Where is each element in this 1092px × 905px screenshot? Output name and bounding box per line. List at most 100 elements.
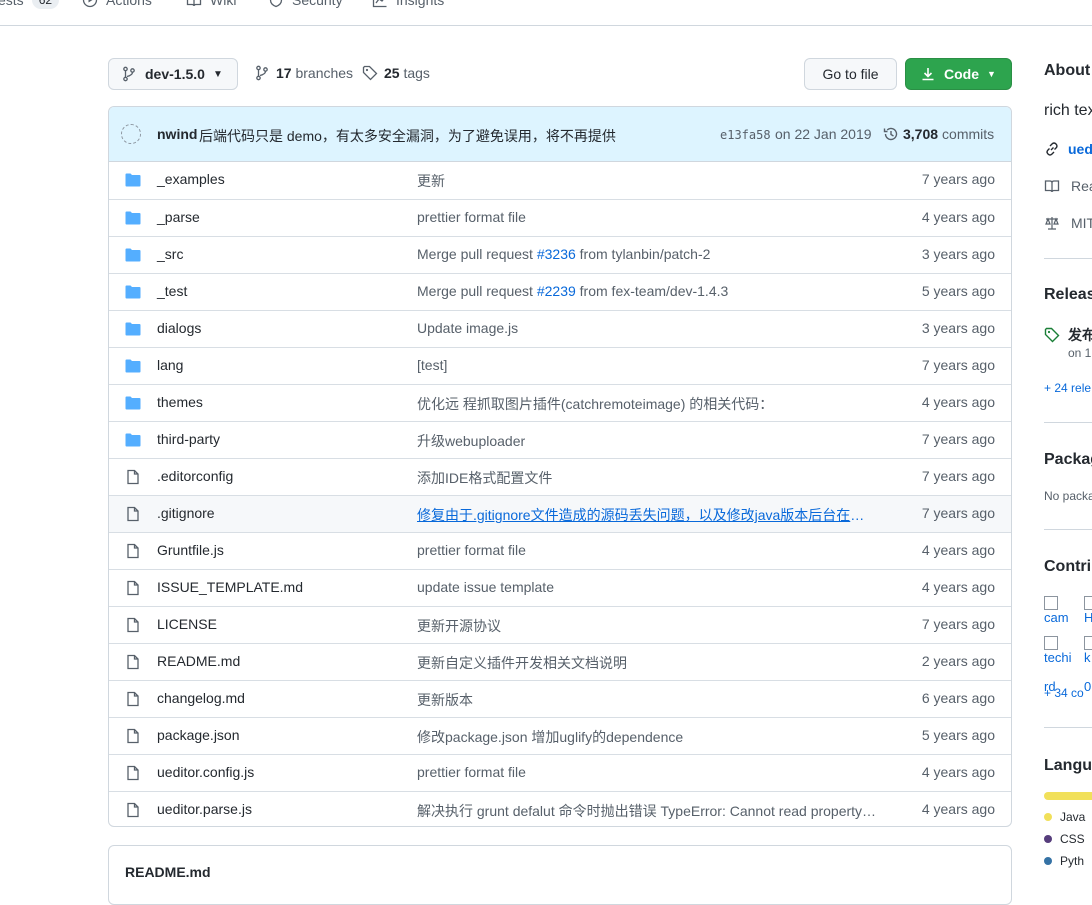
commit-sha[interactable]: e13fa58 [720,128,771,142]
file-row[interactable]: dialogs Update image.js 3 years ago [109,310,1011,347]
go-to-file-button[interactable]: Go to file [804,58,897,90]
more-releases-link[interactable]: + 24 rele [1044,381,1091,395]
commit-message-link[interactable]: 升级webuploader [417,431,877,451]
commit-message-link[interactable]: 更新自定义插件开发相关文档说明 [417,653,877,673]
file-row[interactable]: _examples 更新 7 years ago [109,162,1011,199]
commit-author[interactable]: nwind [157,126,197,142]
commit-message-link[interactable]: prettier format file [417,764,877,780]
file-row[interactable]: _test Merge pull request #2239 from fex-t… [109,273,1011,310]
commit-message-link[interactable]: 更新 [417,171,877,191]
file-name-link[interactable]: lang [157,357,183,373]
file-row[interactable]: themes 优化远 程抓取图片插件(catchremoteimage) 的相关代… [109,384,1011,421]
contributors-heading[interactable]: Contrib [1044,558,1092,576]
avatar[interactable] [121,124,141,144]
file-row[interactable]: lang [test] 7 years ago [109,347,1011,384]
file-name-link[interactable]: changelog.md [157,690,245,706]
file-name-link[interactable]: .gitignore [157,505,215,521]
contributor-avatar[interactable]: H [1084,596,1092,636]
file-name-link[interactable]: third-party [157,431,220,447]
file-icon [125,469,141,485]
contributor-avatar[interactable]: techi [1044,636,1072,676]
file-row[interactable]: .editorconfig 添加IDE格式配置文件 7 years ago [109,458,1011,495]
tab-label: ests [0,0,24,8]
contributor-avatar[interactable]: cam [1044,596,1072,636]
file-row[interactable]: third-party 升级webuploader 7 years ago [109,421,1011,458]
commit-message-link[interactable]: 更新开源协议 [417,616,877,636]
file-name-link[interactable]: Gruntfile.js [157,542,224,558]
branch-select-button[interactable]: dev-1.5.0 ▼ [108,58,238,90]
commit-message-link[interactable]: Update image.js [417,320,877,336]
commit-message-link[interactable]: Merge pull request #2239 from fex-team/d… [417,283,877,299]
file-row[interactable]: _parse prettier format file 4 years ago [109,199,1011,236]
tab-wiki[interactable]: Wiki [186,0,236,11]
packages-heading[interactable]: Packag [1044,451,1092,469]
file-row[interactable]: README.md 更新自定义插件开发相关文档说明 2 years ago [109,643,1011,680]
file-name-link[interactable]: ueditor.parse.js [157,801,252,817]
license-link[interactable]: MIT [1044,215,1092,231]
file-row[interactable]: LICENSE 更新开源协议 7 years ago [109,606,1011,643]
pull-request-link[interactable]: #2239 [537,283,576,299]
readme-title[interactable]: README.md [125,864,211,880]
releases-heading[interactable]: Release [1044,286,1092,304]
file-name-link[interactable]: LICENSE [157,616,217,632]
more-contributors-link[interactable]: + 34 co [1044,686,1084,700]
file-row[interactable]: _src Merge pull request #3236 from tylanb… [109,236,1011,273]
commit-message-link[interactable]: 添加IDE格式配置文件 [417,468,877,488]
commit-message-link[interactable]: 解决执行 grunt defalut 命令时抛出错误 TypeError: Ca… [417,801,877,821]
file-row[interactable]: package.json 修改package.json 增加uglify的depe… [109,717,1011,754]
file-name-link[interactable]: .editorconfig [157,468,233,484]
last-modified: 5 years ago [921,727,995,743]
file-name-link[interactable]: themes [157,394,203,410]
branches-link[interactable]: 17 branches [254,65,353,81]
file-name-link[interactable]: _test [157,283,187,299]
tags-link[interactable]: 25 tags [362,65,430,81]
language-item[interactable]: CSS [1044,832,1085,846]
tab-security[interactable]: Security [268,0,343,11]
file-name-link[interactable]: package.json [157,727,240,743]
file-row[interactable]: ueditor.config.js prettier format file 4 y… [109,754,1011,791]
language-item[interactable]: Java [1044,810,1085,824]
code-button[interactable]: Code ▼ [905,58,1012,90]
homepage-link[interactable]: ued [1044,141,1092,157]
tab-pull-requests[interactable]: ests 62 [0,0,60,11]
commit-message-link[interactable]: 修改package.json 增加uglify的dependence [417,727,877,747]
commit-message-link[interactable]: prettier format file [417,542,877,558]
file-name-link[interactable]: ISSUE_TEMPLATE.md [157,579,303,595]
tab-actions[interactable]: Actions [82,0,152,11]
commit-message-link[interactable]: [test] [417,357,877,373]
folder-icon [125,321,141,337]
commit-date: on 22 Jan 2019 [775,126,872,142]
file-row[interactable]: changelog.md 更新版本 6 years ago [109,680,1011,717]
commit-message-link[interactable]: prettier format file [417,209,877,225]
file-name-link[interactable]: dialogs [157,320,201,336]
repo-description: rich tex [1044,102,1092,119]
file-name-link[interactable]: ueditor.config.js [157,764,254,780]
contributor-avatar[interactable]: k [1084,636,1092,676]
commit-message-link[interactable]: Merge pull request #3236 from tylanbin/p… [417,246,877,262]
language-item[interactable]: Pyth [1044,854,1084,868]
language-bar [1044,792,1092,800]
file-name-link[interactable]: _parse [157,209,200,225]
commit-message-link[interactable]: 优化远 程抓取图片插件(catchremoteimage) 的相关代码： [417,394,877,414]
commits-link[interactable]: 3,708 commits [883,126,994,142]
folder-icon [125,210,141,226]
commit-message-link[interactable]: 修复由于.gitignore文件造成的源码丢失问题，以及修改java版本后台在上… [417,505,877,525]
pull-request-link[interactable]: #3236 [537,246,576,262]
commit-message-link[interactable]: update issue template [417,579,877,595]
commit-message-link[interactable]: 更新版本 [417,690,877,710]
file-row[interactable]: .gitignore 修复由于.gitignore文件造成的源码丢失问题，以及修改… [109,495,1011,532]
file-row[interactable]: ueditor.parse.js 解决执行 grunt defalut 命令时抛出… [109,791,1011,826]
file-row[interactable]: Gruntfile.js prettier format file 4 years … [109,532,1011,569]
folder-icon [125,395,141,411]
tab-label: Security [292,0,343,8]
file-name-link[interactable]: _examples [157,171,225,187]
file-row[interactable]: ISSUE_TEMPLATE.md update issue template 4 … [109,569,1011,606]
broken-image-icon [1084,636,1092,650]
readme-link[interactable]: Rea [1044,178,1092,194]
file-name-link[interactable]: _src [157,246,183,262]
last-modified: 2 years ago [921,653,995,669]
latest-release[interactable]: 发布 [1044,325,1092,345]
commit-message[interactable]: 后端代码只是 demo，有太多安全漏洞，为了避免误用，将不再提供 [199,126,616,146]
tab-insights[interactable]: Insights [372,0,444,11]
file-name-link[interactable]: README.md [157,653,240,669]
